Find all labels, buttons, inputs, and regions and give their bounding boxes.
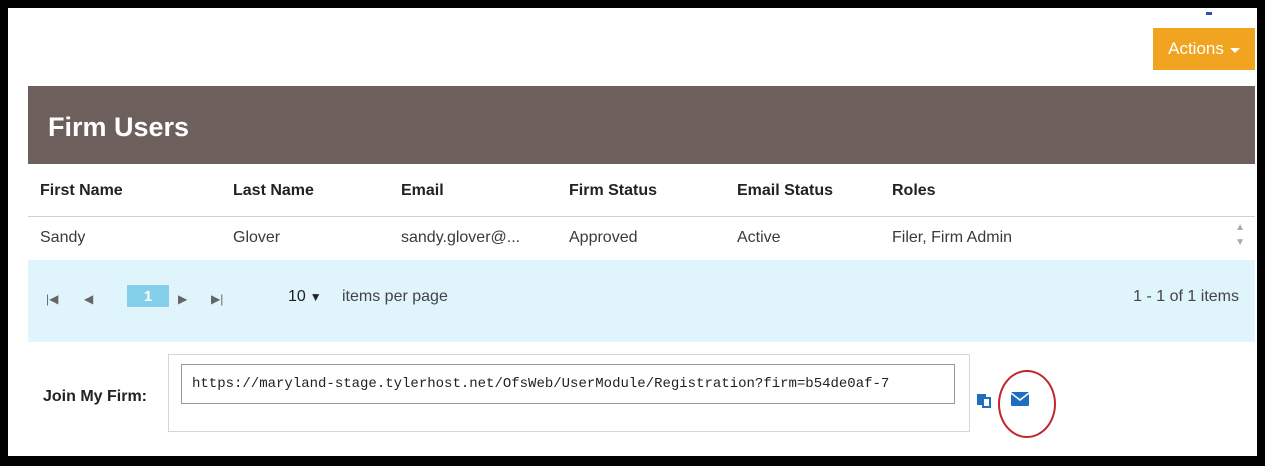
cell-firm-status: Approved — [569, 229, 638, 246]
last-page-icon[interactable]: ▶| — [211, 292, 223, 306]
scroll-down-icon[interactable]: ▼ — [1235, 237, 1245, 248]
items-summary: 1 - 1 of 1 items — [1133, 288, 1239, 305]
actions-dropdown-button[interactable]: Actions — [1153, 28, 1255, 70]
page-size-value: 10 — [288, 288, 306, 305]
cell-last-name: Glover — [233, 229, 281, 246]
actions-label: Actions — [1168, 39, 1224, 58]
page-title: Firm Users — [48, 112, 190, 142]
pager: |◀ ◀ 1 ▶ ▶| 10 ▼ items per page 1 - 1 of … — [28, 260, 1255, 342]
panel-header: Firm Users — [28, 86, 1255, 164]
cell-email: sandy.glover@... — [401, 229, 521, 246]
join-firm-url-field[interactable]: https://maryland-stage.tylerhost.net/Ofs… — [181, 364, 955, 404]
app-frame: Actions Firm Users First Name Last Name … — [8, 8, 1257, 456]
cell-roles: Filer, Firm Admin — [892, 229, 1013, 246]
column-header-roles[interactable]: Roles — [892, 182, 936, 200]
column-header-last-name[interactable]: Last Name — [233, 182, 314, 200]
page-size-label: items per page — [342, 288, 448, 305]
copy-icon[interactable] — [976, 390, 994, 408]
scroll-up-icon[interactable]: ▲ — [1235, 222, 1245, 233]
column-header-first-name[interactable]: First Name — [40, 182, 123, 200]
first-page-icon[interactable]: |◀ — [46, 292, 58, 306]
cell-email-status: Active — [737, 229, 781, 246]
join-firm-label: Join My Firm: — [43, 388, 148, 405]
column-header-email[interactable]: Email — [401, 182, 444, 200]
column-header-firm-status[interactable]: Firm Status — [569, 182, 657, 200]
column-header-email-status[interactable]: Email Status — [737, 182, 833, 200]
previous-page-icon[interactable]: ◀ — [84, 292, 93, 306]
current-page-button[interactable]: 1 — [127, 285, 169, 307]
page-size-select[interactable]: 10 ▼ — [288, 288, 322, 306]
caret-down-icon — [1229, 47, 1240, 53]
scroll-marker — [1206, 12, 1212, 15]
table-row[interactable]: Sandy Glover sandy.glover@... Approved A… — [28, 217, 1255, 261]
highlight-annotation — [998, 370, 1056, 438]
next-page-icon[interactable]: ▶ — [178, 292, 187, 306]
table-header: First Name Last Name Email Firm Status E… — [28, 164, 1255, 217]
dropdown-arrow-icon: ▼ — [309, 290, 322, 304]
firm-users-table: First Name Last Name Email Firm Status E… — [28, 164, 1255, 261]
cell-first-name: Sandy — [40, 229, 86, 246]
